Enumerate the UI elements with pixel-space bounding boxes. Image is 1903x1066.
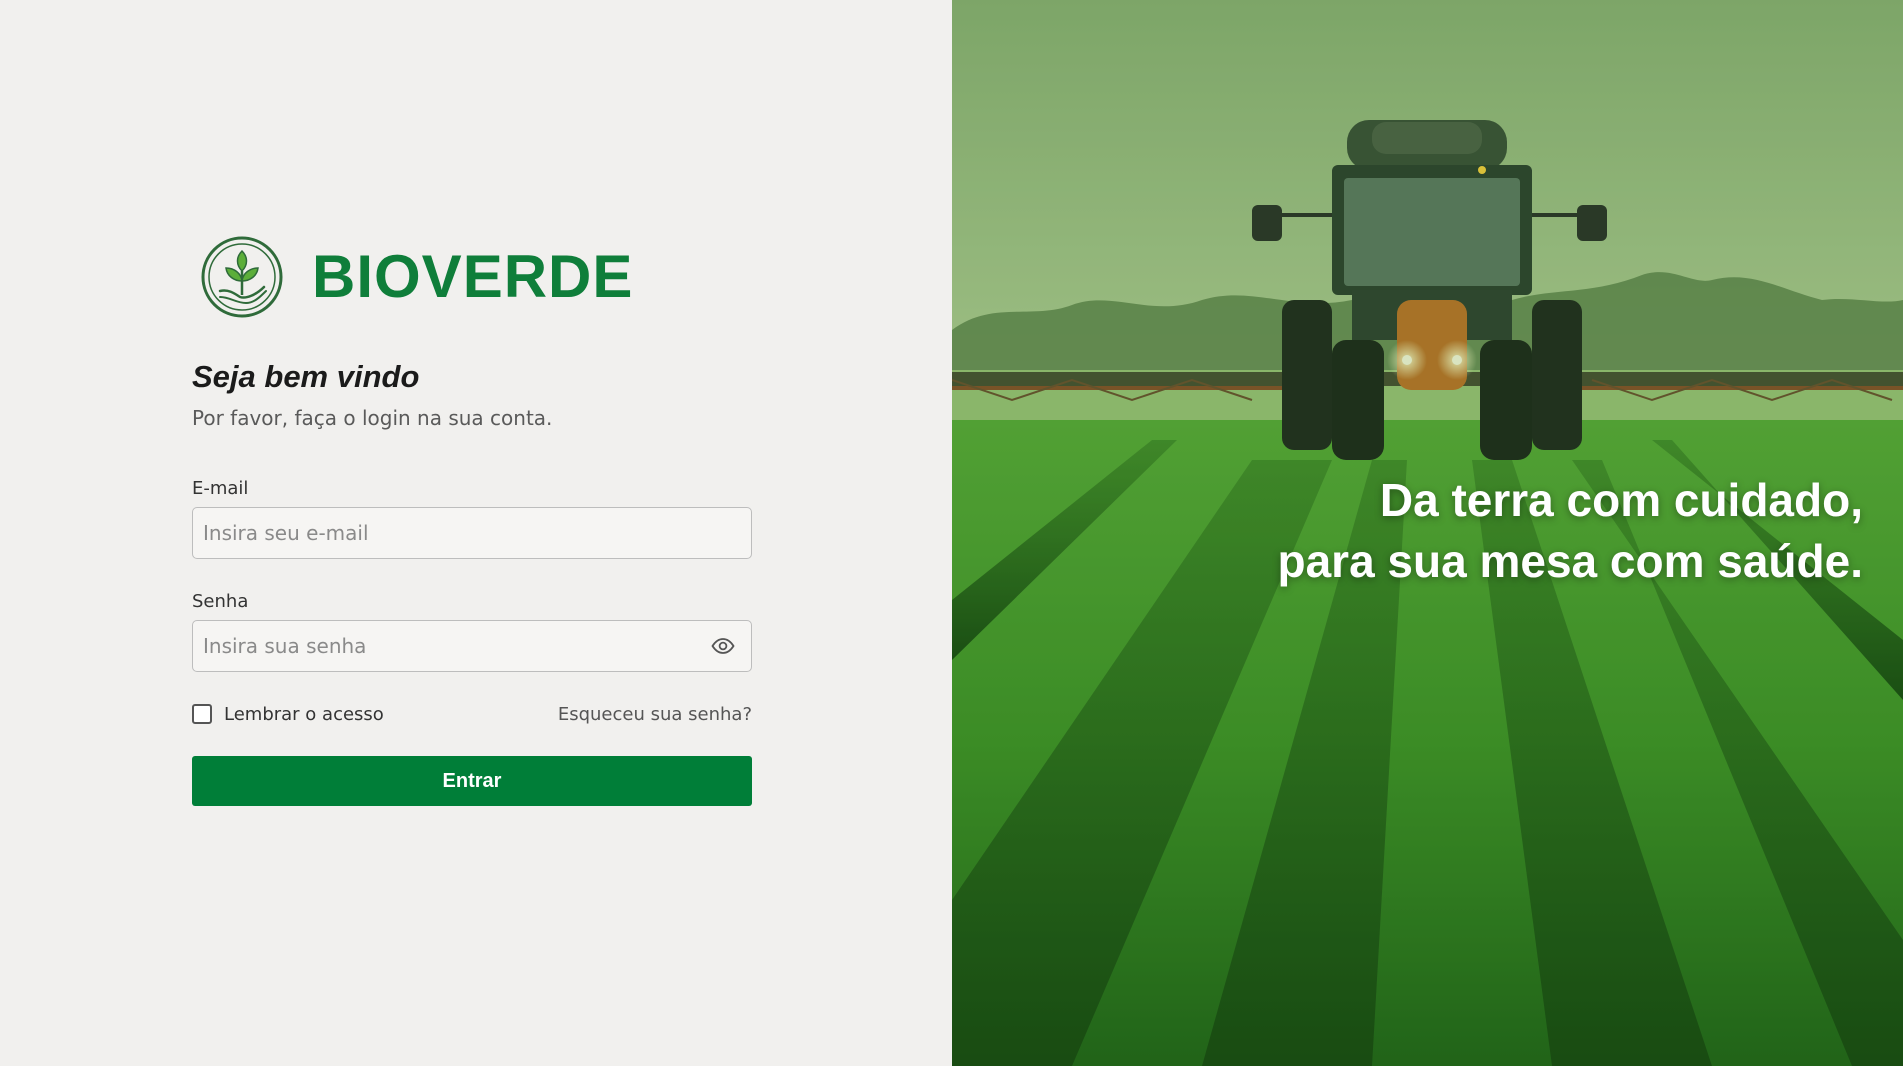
hero-tagline: Da terra com cuidado, para sua mesa com … [1277,470,1863,592]
password-label: Senha [192,591,249,613]
login-form: BIOVERDE Seja bem vindo Por favor, faça … [192,232,752,807]
remember-label: Lembrar o acesso [224,703,384,725]
login-subtitle: Por favor, faça o login na sua conta. [192,406,553,431]
welcome-heading: Seja bem vindo [192,359,420,394]
sprout-in-hand-icon [201,236,283,318]
password-field-box [192,620,752,673]
email-label: E-mail [192,478,249,500]
form-options: Lembrar o acesso Esqueceu sua senha? [192,702,752,726]
login-panel: BIOVERDE Seja bem vindo Por favor, faça … [0,0,952,1066]
login-page: BIOVERDE Seja bem vindo Por favor, faça … [0,0,1903,1066]
email-field-box [192,507,752,560]
password-input[interactable] [193,621,751,672]
tagline-line-2: para sua mesa com saúde. [1277,535,1863,588]
remember-access-toggle[interactable]: Lembrar o acesso [192,704,384,725]
forgot-password-link[interactable]: Esqueceu sua senha? [558,704,752,725]
brand-name: BIOVERDE [312,243,634,310]
eye-icon[interactable] [709,636,737,656]
login-button[interactable]: Entrar [192,756,752,807]
brand-header: BIOVERDE [200,232,752,322]
remember-checkbox[interactable] [192,704,212,725]
email-input[interactable] [193,508,751,559]
tagline-line-1: Da terra com cuidado, [1379,474,1863,526]
hero-panel: Da terra com cuidado, para sua mesa com … [952,0,1903,1066]
